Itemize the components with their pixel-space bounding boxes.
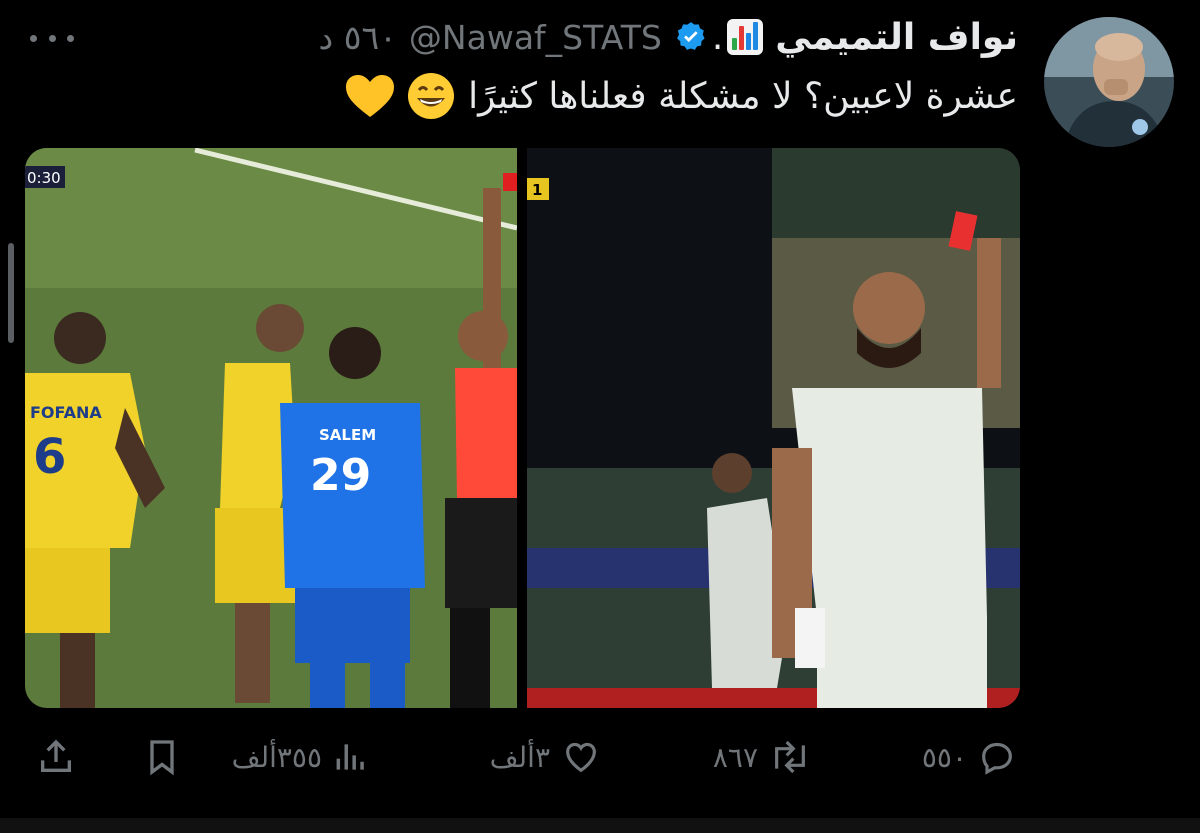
view-count: ٣٥٥ألف	[231, 740, 322, 774]
avatar[interactable]	[1044, 17, 1174, 147]
yellow-heart-emoji	[346, 75, 395, 117]
reply-count: ٥٥٠	[921, 740, 967, 774]
retweet-count: ٨٦٧	[712, 740, 758, 774]
tweet-text-content: عشرة لاعبين؟ لا مشكلة فعلناها كثيرًا	[468, 75, 1018, 117]
bottom-bar	[0, 818, 1200, 833]
score-bug: 1	[532, 181, 542, 199]
tweet-time[interactable]: ٥٦٠ د	[319, 18, 397, 57]
player-jersey-name: SALEM	[319, 426, 376, 444]
more-icon[interactable]	[30, 28, 74, 48]
grinning-face-emoji	[408, 73, 455, 119]
verified-badge-icon	[676, 22, 705, 50]
opponent-jersey-number: 6	[33, 429, 66, 485]
player-jersey-number: 29	[310, 450, 371, 501]
tweet-header: نواف التميمي . @Nawaf_STATS ٥٦٠ د	[319, 14, 1018, 60]
match-clock: 0:30	[27, 169, 61, 187]
author-name[interactable]: نواف التميمي	[775, 17, 1018, 58]
retweet-button[interactable]: ٨٦٧	[713, 725, 812, 789]
views-button[interactable]: ٣٥٥ألف	[232, 725, 370, 789]
heart-icon	[566, 742, 596, 773]
scrollbar-handle[interactable]	[8, 243, 14, 343]
name-separator: .	[711, 16, 724, 58]
tweet-text: عشرة لاعبين؟ لا مشكلة فعلناها كثيرًا	[344, 71, 1018, 121]
views-icon	[336, 744, 364, 770]
retweet-icon	[775, 740, 805, 774]
bookmark-icon	[150, 740, 174, 776]
share-button[interactable]	[36, 725, 76, 789]
like-button[interactable]: ٣ألف	[490, 725, 602, 789]
tweet-media[interactable]: 0:30 FOFANA 6 SALEM 29 1	[25, 148, 1020, 708]
bookmark-button[interactable]	[142, 725, 182, 789]
media-image-right[interactable]: 1	[527, 148, 1020, 708]
author-handle[interactable]: @Nawaf_STATS	[409, 18, 662, 57]
media-separator	[517, 148, 527, 708]
share-icon	[41, 739, 71, 772]
like-count: ٣ألف	[489, 740, 550, 774]
media-image-left[interactable]: 0:30 FOFANA 6 SALEM 29	[25, 148, 518, 708]
reply-icon	[982, 742, 1012, 775]
reply-button[interactable]: ٥٥٠	[922, 725, 1017, 789]
opponent-jersey-name: FOFANA	[30, 403, 102, 422]
tweet-actions: ٥٥٠ ٨٦٧ ٣ألف ٣٥٥ألف	[0, 725, 1200, 789]
bar-chart-emoji	[727, 19, 764, 55]
